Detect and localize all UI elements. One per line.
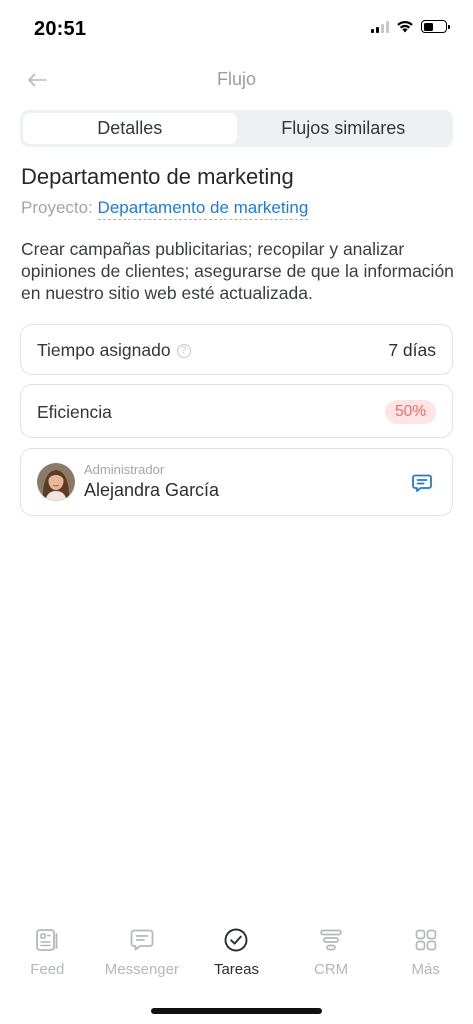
tab-tareas-label: Tareas xyxy=(213,961,259,978)
segmented-control: Detalles Flujos similares xyxy=(20,110,453,147)
tab-feed[interactable]: Feed xyxy=(0,926,95,986)
nav-bar: Flujo xyxy=(0,60,473,100)
efficiency-card: Eficiencia 50% xyxy=(20,384,453,438)
chat-button[interactable] xyxy=(410,471,434,495)
flow-title: Departamento de marketing xyxy=(21,164,294,189)
page-title: Flujo xyxy=(216,69,256,89)
status-icons xyxy=(371,20,450,33)
flow-description: Crear campañas publicitarias; recopilar … xyxy=(21,239,454,303)
bottom-tab-bar: Feed Messenger Tareas CRM Más xyxy=(0,926,473,986)
cellular-signal-icon xyxy=(371,20,389,33)
avatar xyxy=(37,463,75,501)
messenger-icon xyxy=(128,926,156,954)
grid-more-icon xyxy=(412,926,440,954)
tab-feed-label: Feed xyxy=(30,961,65,978)
tab-mas[interactable]: Más xyxy=(378,926,473,986)
assigned-time-label: Tiempo asignado xyxy=(37,340,171,360)
tab-messenger-label: Messenger xyxy=(104,961,179,978)
feed-icon xyxy=(33,926,61,954)
project-line: Proyecto: Departamento de marketing xyxy=(21,198,309,220)
chat-icon xyxy=(412,474,432,492)
battery-icon xyxy=(421,20,450,33)
assigned-time-value: 7 días xyxy=(388,340,436,360)
admin-name: Alejandra García xyxy=(84,480,220,500)
project-link[interactable]: Departamento de marketing xyxy=(97,198,309,220)
status-time: 20:51 xyxy=(34,18,87,40)
assigned-time-card: Tiempo asignado ? 7 días xyxy=(20,324,453,375)
tasks-check-icon xyxy=(222,926,250,954)
tab-detalles[interactable]: Detalles xyxy=(23,113,237,144)
wifi-icon xyxy=(397,20,413,33)
tab-crm-label: CRM xyxy=(313,961,349,978)
efficiency-badge: 50% xyxy=(384,400,436,424)
home-indicator[interactable] xyxy=(151,1008,322,1014)
tab-messenger[interactable]: Messenger xyxy=(95,926,190,986)
admin-role-label: Administrador xyxy=(84,462,165,477)
status-bar: 20:51 xyxy=(0,0,473,56)
project-label: Proyecto: xyxy=(21,198,93,217)
administrator-card[interactable]: Administrador Alejandra García xyxy=(20,448,453,516)
tab-flujos-similares[interactable]: Flujos similares xyxy=(237,113,451,144)
crm-funnel-icon xyxy=(317,926,345,954)
tab-mas-label: Más xyxy=(411,961,440,978)
help-icon[interactable]: ? xyxy=(176,343,191,358)
efficiency-label: Eficiencia xyxy=(37,402,112,422)
tab-tareas[interactable]: Tareas xyxy=(189,926,284,986)
assigned-time-label-row: Tiempo asignado ? xyxy=(37,340,191,361)
tab-crm[interactable]: CRM xyxy=(284,926,379,986)
